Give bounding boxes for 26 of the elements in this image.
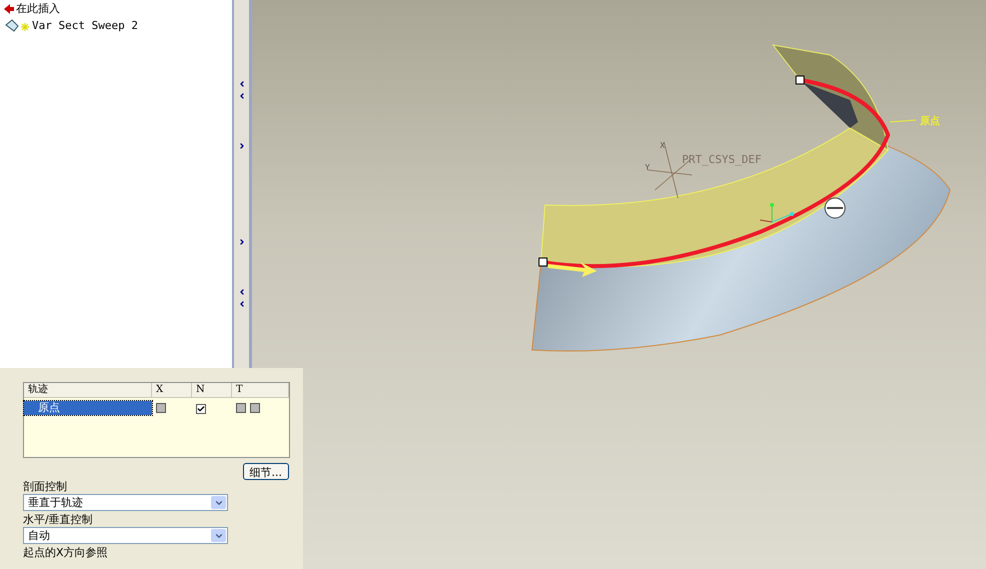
arrow-icon	[4, 4, 14, 14]
field-label: 剖面控制	[23, 480, 68, 494]
csys-label: PRT_CSYS_DEF	[682, 153, 762, 166]
field-label: 起点的X方向参照	[23, 546, 109, 560]
leader-line	[890, 120, 916, 122]
tree-item[interactable]: 在此插入	[16, 1, 60, 16]
chevron-right-icon[interactable]	[238, 238, 246, 246]
sweep-feature-icon	[4, 18, 30, 32]
chevron-right-icon[interactable]	[238, 142, 246, 150]
details-button[interactable]: 细节...	[242, 463, 289, 480]
column-header: X	[152, 383, 192, 397]
origin-label: 原点	[920, 116, 940, 127]
field-label: 水平/垂直控制	[23, 513, 94, 527]
checkbox[interactable]	[196, 404, 206, 414]
column-header: 轨迹	[24, 383, 152, 397]
table-cell[interactable]: 原点	[24, 400, 152, 414]
dropdown[interactable]: 垂直于轨迹	[23, 494, 228, 511]
dropdown[interactable]: 自动	[23, 527, 228, 544]
axis-label: X	[660, 141, 665, 150]
column-header: N	[192, 383, 232, 397]
checkbox[interactable]	[236, 402, 246, 412]
axis-label: Y	[645, 163, 650, 172]
tree-item[interactable]: Var Sect Sweep 2	[32, 19, 138, 32]
checkbox[interactable]	[156, 403, 166, 413]
column-header: T	[232, 383, 289, 397]
checkbox[interactable]	[250, 402, 260, 412]
